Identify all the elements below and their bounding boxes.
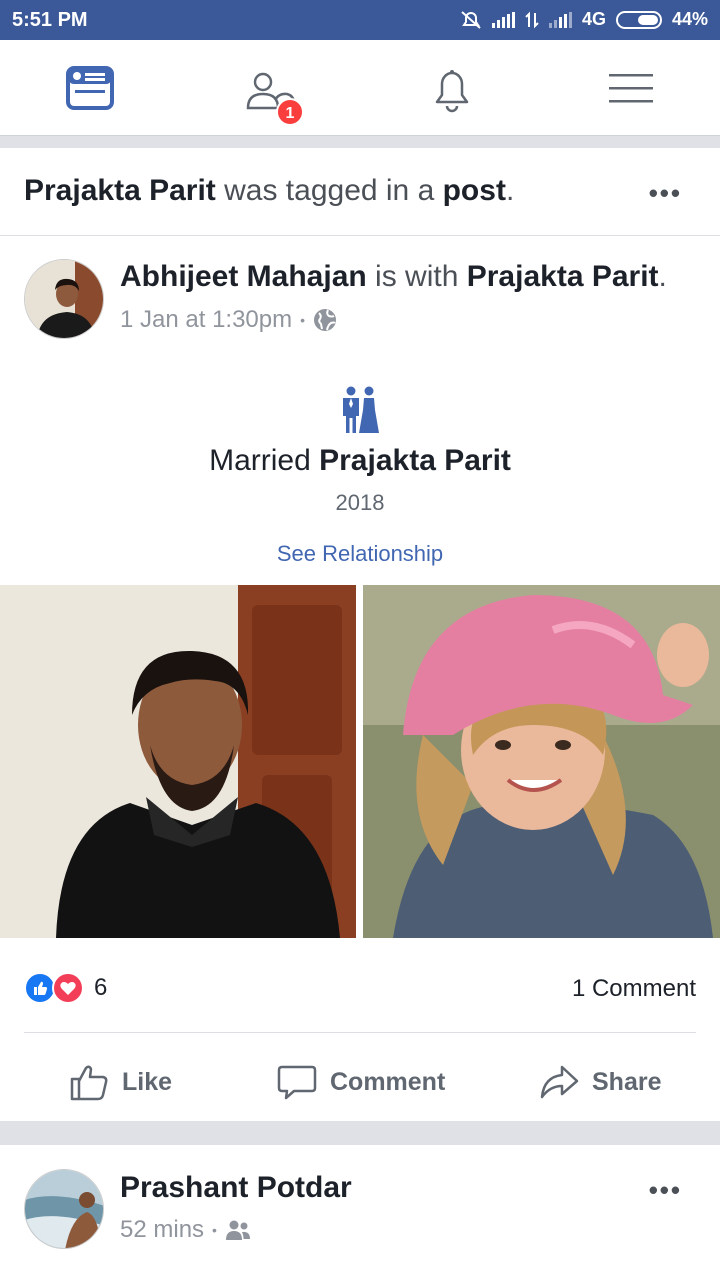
notifications-icon[interactable]	[427, 64, 477, 114]
like-label: Like	[122, 1067, 173, 1096]
divider	[24, 1032, 696, 1033]
status-bar: 5:51 PM 4G 44%	[0, 0, 720, 40]
globe-icon	[314, 309, 337, 331]
next-post-card: Prashant Potdar ••• 52 mins •	[0, 1145, 720, 1280]
next-post-timestamp[interactable]: 52 mins	[120, 1216, 204, 1244]
tag-story-header: Prajakta Parit was tagged in a post.	[24, 174, 514, 208]
data-transfer-icon	[525, 11, 539, 28]
author-name-link[interactable]: Abhijeet Mahajan	[120, 260, 367, 293]
share-label: Share	[592, 1067, 662, 1096]
tagged-person-link[interactable]: Prajakta Parit	[24, 174, 216, 207]
reaction-count: 6	[94, 974, 108, 1001]
signal-icon	[491, 11, 515, 28]
share-arrow-icon	[540, 1065, 579, 1099]
mute-alarm-icon	[461, 10, 481, 29]
wedding-couple-icon	[343, 386, 379, 433]
author-line-period: .	[658, 260, 667, 293]
signal-icon-2	[548, 11, 572, 28]
comment-label: Comment	[330, 1067, 446, 1096]
with-text: is with	[366, 260, 467, 293]
network-type: 4G	[581, 9, 606, 29]
reactions-summary[interactable]: 6	[24, 972, 107, 1004]
next-post-meta: 52 mins •	[120, 1216, 251, 1244]
life-event-year: 2018	[335, 490, 385, 515]
battery-icon	[615, 10, 662, 29]
next-post-options-button[interactable]: •••	[649, 1175, 682, 1206]
news-feed-icon[interactable]	[65, 64, 115, 114]
next-author-name-link[interactable]: Prashant Potdar	[120, 1171, 352, 1204]
post-author-line: Abhijeet Mahajan is with Prajakta Parit.	[120, 260, 667, 294]
comment-count-link[interactable]: 1 Comment	[572, 975, 696, 1003]
like-button[interactable]: Like	[68, 1061, 172, 1103]
post-timestamp[interactable]: 1 Jan at 1:30pm	[120, 306, 292, 334]
friend-requests-badge: 1	[276, 98, 304, 126]
see-relationship-link[interactable]: See Relationship	[0, 541, 720, 567]
meta-separator: •	[212, 1222, 217, 1238]
next-author-avatar[interactable]	[24, 1169, 104, 1249]
status-time: 5:51 PM	[12, 9, 88, 31]
friends-audience-icon	[225, 1220, 250, 1240]
post-meta: 1 Jan at 1:30pm •	[120, 306, 337, 334]
partner-name-link[interactable]: Prajakta Parit	[319, 444, 511, 477]
post-action-bar: Like Comment Share	[0, 1053, 720, 1113]
story-options-button[interactable]: •••	[649, 178, 682, 209]
life-event-title: Married Prajakta Parit	[0, 444, 720, 478]
post-link[interactable]: post	[443, 174, 506, 207]
comment-button[interactable]: Comment	[276, 1061, 445, 1103]
tagged-post-card: Prajakta Parit was tagged in a post. •••…	[0, 148, 720, 1121]
tag-story-text: was tagged in a	[215, 174, 443, 207]
status-icons: 4G 44%	[460, 9, 708, 30]
menu-icon[interactable]	[606, 64, 656, 114]
tag-story-period: .	[505, 174, 515, 207]
photo-left[interactable]	[0, 585, 356, 938]
photo-right[interactable]	[363, 585, 720, 938]
author-avatar[interactable]	[24, 259, 104, 339]
next-post-author-line: Prashant Potdar	[120, 1171, 352, 1205]
share-button[interactable]: Share	[538, 1061, 661, 1103]
meta-separator: •	[300, 312, 306, 328]
tagged-friend-link[interactable]: Prajakta Parit	[467, 260, 659, 293]
top-nav: 1	[0, 40, 720, 136]
comment-bubble-icon	[277, 1065, 317, 1100]
thumbs-up-icon	[70, 1065, 108, 1101]
divider	[0, 235, 720, 236]
married-label: Married	[209, 444, 320, 477]
love-reaction-icon	[52, 972, 84, 1004]
battery-level: 44%	[671, 9, 708, 29]
